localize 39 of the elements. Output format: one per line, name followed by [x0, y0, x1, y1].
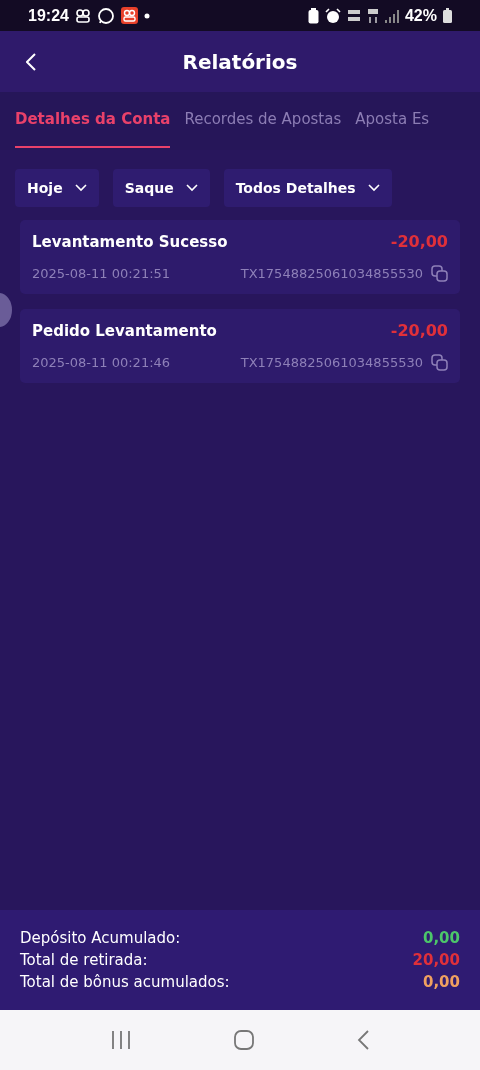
- dot-icon: [143, 12, 150, 19]
- summary-value: 0,00: [423, 973, 460, 991]
- transaction-date: 2025-08-11 00:21:46: [32, 355, 171, 370]
- chat-icon: [96, 6, 115, 25]
- summary-label: Total de bônus acumulados:: [20, 973, 230, 991]
- copy-icon[interactable]: [431, 265, 448, 282]
- chevron-down-icon: [185, 184, 198, 192]
- filter-dropdown[interactable]: Saque: [112, 169, 210, 207]
- filter-dropdown[interactable]: Todos Detalhes: [223, 169, 392, 207]
- filter-dropdown[interactable]: Hoje: [15, 169, 99, 207]
- transaction-id: TX17548825061034855530: [240, 355, 423, 370]
- page-title: Relatórios: [182, 49, 298, 74]
- battery-icon: [443, 8, 452, 23]
- back-icon[interactable]: [356, 1030, 369, 1050]
- recent-apps-icon[interactable]: [111, 1031, 132, 1049]
- battery-saver-icon: [307, 7, 319, 24]
- chevron-down-icon: [367, 184, 380, 192]
- transaction-amount: -20,00: [390, 321, 448, 340]
- transaction-title: Pedido Levantamento: [32, 321, 217, 340]
- signal-icon: [384, 8, 399, 23]
- summary-label: Total de retirada:: [20, 951, 148, 969]
- chevron-down-icon: [74, 184, 87, 192]
- transaction-date: 2025-08-11 00:21:51: [32, 266, 171, 281]
- tab[interactable]: Aposta Es: [355, 92, 430, 148]
- summary-label: Depósito Acumulado:: [20, 929, 181, 947]
- app-icon: [74, 7, 91, 24]
- summary-value: 0,00: [423, 929, 460, 947]
- transaction-title: Levantamento Sucesso: [32, 232, 228, 251]
- transaction-amount: -20,00: [390, 232, 448, 251]
- transaction-id: TX17548825061034855530: [240, 266, 423, 281]
- copy-icon[interactable]: [431, 354, 448, 371]
- tab[interactable]: Recordes de Apostas: [184, 92, 342, 148]
- home-icon[interactable]: [234, 1030, 254, 1050]
- app-icon: [120, 7, 138, 24]
- tab[interactable]: Detalhes da Conta: [15, 92, 171, 148]
- alarm-icon: [324, 7, 341, 24]
- status-time: 19:24: [28, 6, 69, 25]
- battery-percent: 42%: [404, 6, 437, 25]
- summary-value: 20,00: [412, 951, 460, 969]
